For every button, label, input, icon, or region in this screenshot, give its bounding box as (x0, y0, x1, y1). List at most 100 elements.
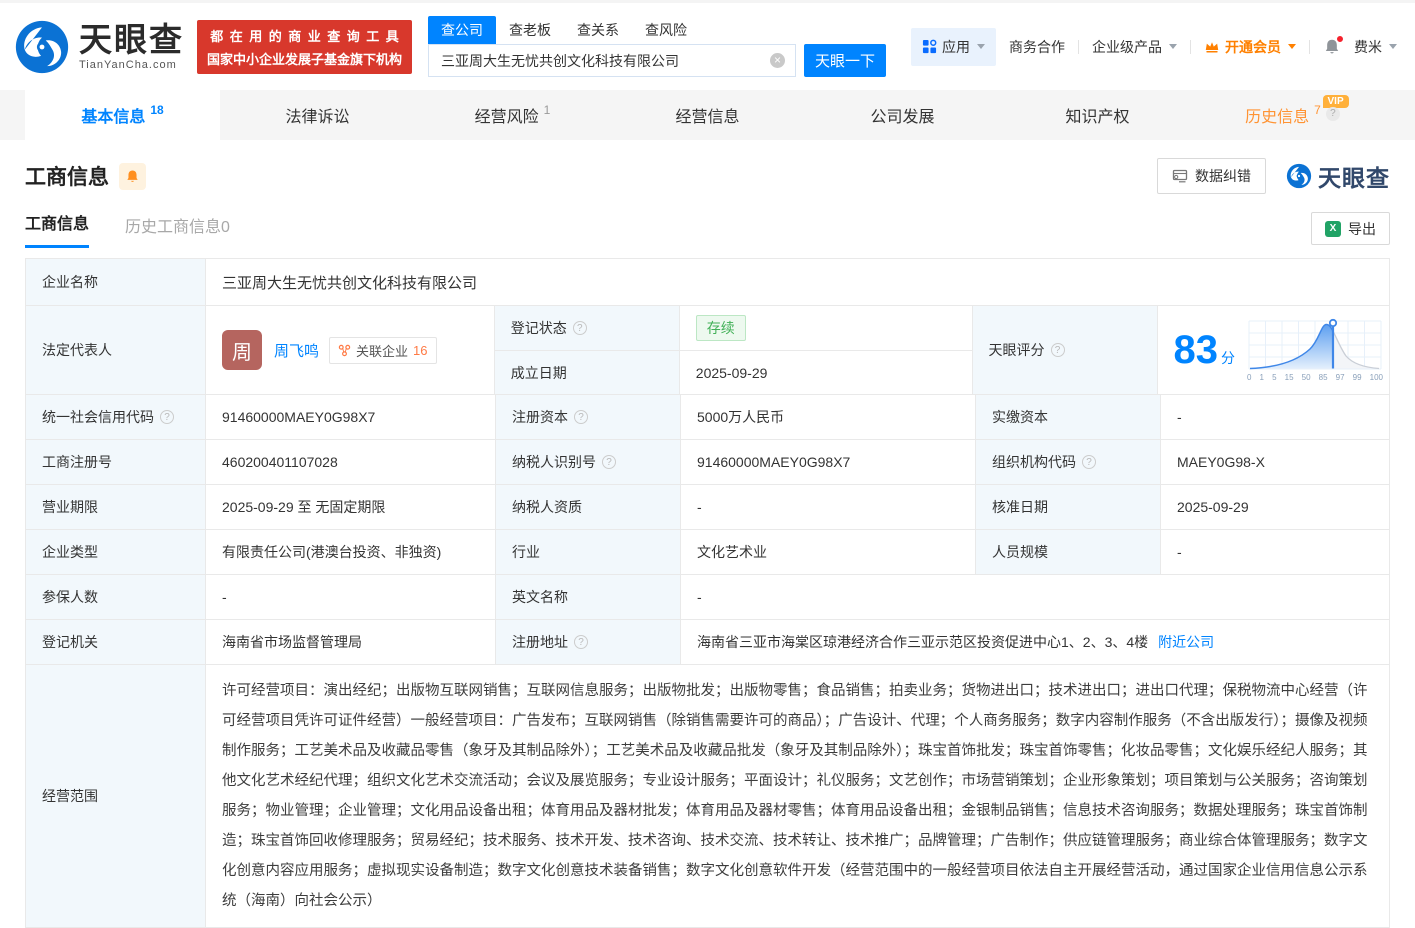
help-icon[interactable] (572, 321, 587, 335)
apps-label: 应用 (942, 38, 970, 55)
subtab-business-info[interactable]: 工商信息 (25, 210, 90, 248)
tab-count: 18 (150, 103, 164, 117)
axis-tick: 100 (1369, 373, 1383, 382)
taxpayer-qualification-label: 纳税人资质 (496, 485, 681, 529)
score-unit: 分 (1221, 350, 1235, 366)
enterprise-products-menu[interactable]: 企业级产品 (1092, 37, 1177, 57)
taxpayer-id-value: 91460000MAEY0G98X7 (681, 440, 976, 484)
legal-rep-name-link[interactable]: 周飞鸣 (274, 340, 319, 361)
related-companies-count: 16 (413, 342, 428, 358)
search-input[interactable] (439, 51, 771, 70)
divider (1309, 39, 1310, 54)
help-icon[interactable] (574, 635, 588, 649)
subtab-history-business-info[interactable]: 历史工商信息0 (125, 213, 230, 248)
user-menu[interactable]: 费米 (1354, 37, 1397, 57)
tab-operation-info[interactable]: 经营信息 (610, 90, 805, 140)
vip-badge: VIP (1322, 95, 1349, 108)
business-term-value: 2025-09-29 至 无固定期限 (206, 485, 496, 529)
search-button[interactable]: 天眼一下 (804, 44, 887, 77)
logo-swirl-icon (1286, 163, 1312, 189)
tab-legal-litigation[interactable]: 法律诉讼 (220, 90, 415, 140)
search-tab-company[interactable]: 查公司 (428, 16, 497, 44)
score-chart: 0 1 5 15 50 85 97 99 100 (1247, 318, 1383, 382)
cell-label: 注册资本 (512, 409, 568, 425)
search-tab-risk[interactable]: 查风险 (632, 16, 700, 44)
insured-count-label: 参保人数 (26, 575, 206, 619)
table-row: 工商注册号 460200401107028 纳税人识别号 91460000MAE… (26, 440, 1389, 485)
tab-basic-info[interactable]: 基本信息 18 (25, 90, 220, 140)
table-row: 参保人数 - 英文名称 - (26, 575, 1389, 620)
registered-capital-label-cell: 注册资本 (496, 395, 681, 439)
org-code-label-cell: 组织机构代码 (976, 440, 1161, 484)
tab-count: 1 (543, 103, 551, 117)
table-row: 营业期限 2025-09-29 至 无固定期限 纳税人资质 - 核准日期 202… (26, 485, 1389, 530)
tianyancha-logo[interactable]: 天眼查 TianYanCha.com (14, 19, 184, 75)
help-icon[interactable] (1325, 107, 1340, 121)
tab-label: 公司发展 (870, 109, 935, 126)
reg-number-label: 工商注册号 (26, 440, 206, 484)
reg-status-label-cell: 登记状态 (494, 306, 680, 350)
score-curve (1248, 318, 1382, 370)
table-row: 成立日期 2025-09-29 (494, 350, 972, 394)
table-row: 统一社会信用代码 91460000MAEY0G98X7 注册资本 5000万人民… (26, 395, 1389, 440)
tab-label: 历史信息 (1245, 109, 1310, 126)
tab-company-development[interactable]: 公司发展 (805, 90, 1000, 140)
related-companies-badge[interactable]: 关联企业 16 (329, 336, 437, 364)
search-tab-boss[interactable]: 查老板 (496, 16, 564, 44)
search-tab-relation[interactable]: 查关系 (564, 16, 632, 44)
data-correction-button[interactable]: 数据纠错 (1157, 158, 1266, 194)
table-row: 登记机关 海南省市场监督管理局 注册地址 海南省三亚市海棠区琼港经济合作三亚示范… (26, 620, 1389, 665)
chevron-down-icon (1169, 44, 1177, 49)
help-icon[interactable] (1082, 455, 1096, 469)
help-icon[interactable] (1050, 343, 1065, 357)
subscribe-bell-icon[interactable] (119, 162, 146, 190)
tab-intellectual-property[interactable]: 知识产权 (1000, 90, 1195, 140)
approval-date-label: 核准日期 (976, 485, 1161, 529)
help-icon[interactable] (574, 410, 588, 424)
tab-operation-risk[interactable]: 经营风险 1 (415, 90, 610, 140)
axis-tick: 1 (1259, 373, 1264, 382)
score-axis: 0 1 5 15 50 85 97 99 100 (1247, 373, 1383, 382)
subtabs-row: 工商信息 历史工商信息0 导出 (0, 210, 1415, 248)
credit-code-value: 91460000MAEY0G98X7 (206, 395, 496, 439)
score-label-cell: 天眼评分 (972, 306, 1158, 394)
registered-address-label-cell: 注册地址 (496, 620, 681, 664)
notification-bell[interactable] (1323, 34, 1344, 56)
table-row: 法定代表人 周 周飞鸣 关联企业 16 登记状态 ? 存续 成立日期 2025-… (26, 306, 1389, 395)
axis-tick: 0 (1247, 373, 1252, 382)
legal-rep-avatar[interactable]: 周 (222, 330, 262, 370)
english-name-value: - (697, 589, 702, 605)
established-date-value: 2025-09-29 (695, 364, 768, 381)
header-right-nav: 应用 商务合作 企业级产品 开通会员 费米 (911, 27, 1397, 66)
logo-subtitle: TianYanCha.com (79, 58, 177, 71)
apps-grid-icon (922, 39, 937, 54)
related-companies-label: 关联企业 (356, 343, 409, 359)
industry-label: 行业 (496, 530, 681, 574)
divider (1078, 39, 1079, 54)
credit-code-label-cell: 统一社会信用代码 (26, 395, 206, 439)
business-cooperation-link[interactable]: 商务合作 (1009, 37, 1065, 57)
business-scope-label: 经营范围 (26, 665, 206, 927)
cell-label: 组织机构代码 (992, 454, 1076, 470)
promo-line1: 都在用的商业查询工具 (210, 28, 406, 44)
data-correction-label: 数据纠错 (1195, 168, 1251, 184)
open-membership-menu[interactable]: 开通会员 (1204, 37, 1296, 57)
tab-history-info[interactable]: VIP 历史信息 7 (1195, 90, 1390, 140)
section-header: 工商信息 数据纠错 天眼查 (0, 140, 1415, 194)
tab-label: 经营风险 (474, 109, 539, 126)
enterprise-products-label: 企业级产品 (1092, 38, 1162, 55)
clear-search-icon[interactable] (770, 53, 786, 68)
export-button[interactable]: 导出 (1311, 212, 1390, 245)
established-date-label: 成立日期 (494, 351, 680, 394)
tab-count: 7 (1314, 103, 1321, 117)
tab-label: 经营信息 (675, 109, 740, 126)
help-icon[interactable] (160, 410, 174, 424)
apps-menu[interactable]: 应用 (911, 27, 996, 66)
crown-icon (1204, 39, 1220, 54)
staff-size-label: 人员规模 (976, 530, 1161, 574)
status-badge: 存续 (695, 315, 746, 341)
help-icon[interactable] (602, 455, 616, 469)
insured-count-value: - (206, 575, 496, 619)
nearby-companies-link[interactable]: 附近公司 (1158, 632, 1214, 652)
business-term-label: 营业期限 (26, 485, 206, 529)
